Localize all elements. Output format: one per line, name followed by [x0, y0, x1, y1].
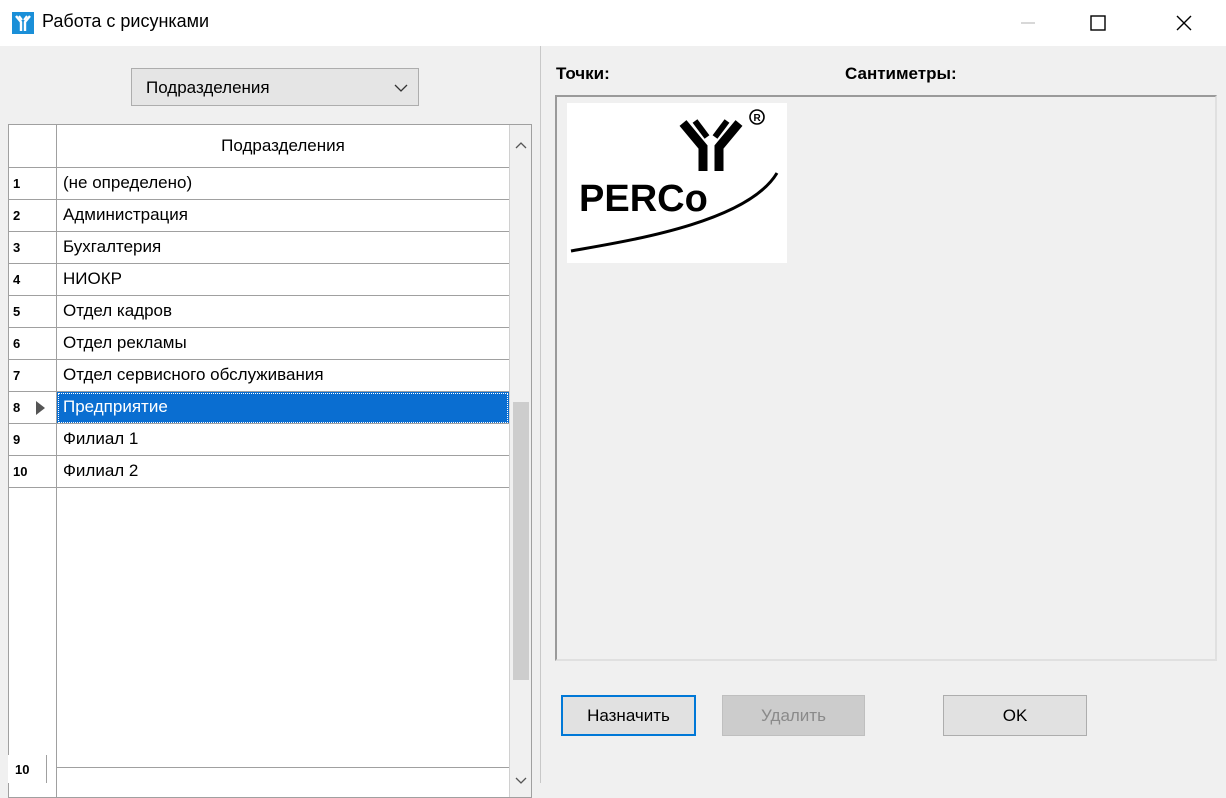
row-number: 10	[9, 456, 57, 488]
maximize-button[interactable]	[1070, 0, 1126, 46]
svg-text:PERCo: PERCo	[579, 178, 708, 220]
perco-logo: R PERCo	[570, 109, 779, 253]
department-name-cell[interactable]: Предприятие	[57, 392, 509, 424]
row-number: 9	[9, 424, 57, 456]
department-name-cell[interactable]: НИОКР	[57, 264, 509, 296]
minimize-button[interactable]	[1000, 0, 1056, 46]
image-preview-area: R PERCo	[555, 95, 1217, 661]
minimize-icon	[1021, 22, 1035, 24]
chevron-up-icon[interactable]	[514, 139, 528, 153]
table-row[interactable]: 10 Филиал 2	[9, 456, 509, 488]
left-pane: Подразделения Подразделения 1 (не определ…	[0, 46, 540, 798]
table-row[interactable]: 5 Отдел кадров	[9, 296, 509, 328]
row-number: 3	[9, 232, 57, 264]
departments-grid[interactable]: Подразделения 1 (не определено) 2 Администр…	[8, 124, 532, 798]
category-combo[interactable]: Подразделения	[131, 68, 419, 106]
department-name-cell[interactable]: Отдел сервисного обслуживания	[57, 360, 509, 392]
row-number: 6	[9, 328, 57, 360]
pane-splitter[interactable]	[540, 46, 541, 783]
record-count: 10	[15, 762, 30, 777]
table-row[interactable]: 3 Бухгалтерия	[9, 232, 509, 264]
table-row[interactable]: 8 Предприятие	[9, 392, 509, 424]
table-row[interactable]: 1 (не определено)	[9, 168, 509, 200]
row-number: 5	[9, 296, 57, 328]
table-row[interactable]: 7 Отдел сервисного обслуживания	[9, 360, 509, 392]
perco-icon	[12, 12, 34, 34]
combo-value: Подразделения	[146, 78, 270, 97]
column-header[interactable]: Подразделения	[57, 125, 509, 168]
table-row[interactable]: 4 НИОКР	[9, 264, 509, 296]
grid-footer-divider	[57, 767, 509, 768]
delete-button[interactable]: Удалить	[722, 695, 865, 736]
row-number: 8	[9, 392, 57, 424]
window-title: Работа с рисунками	[42, 11, 210, 31]
vertical-scrollbar[interactable]	[509, 125, 531, 797]
department-name-cell[interactable]: (не определено)	[57, 168, 509, 200]
grid-corner	[9, 125, 57, 168]
table-row[interactable]: 9 Филиал 1	[9, 424, 509, 456]
row-number: 7	[9, 360, 57, 392]
table-row[interactable]: 6 Отдел рекламы	[9, 328, 509, 360]
department-name-cell[interactable]: Филиал 2	[57, 456, 509, 488]
department-name-cell[interactable]: Администрация	[57, 200, 509, 232]
row-number: 1	[9, 168, 57, 200]
centimeters-label: Сантиметры:	[845, 64, 957, 83]
points-label: Точки:	[556, 64, 610, 83]
chevron-down-icon	[394, 84, 408, 92]
ok-button[interactable]: OK	[943, 695, 1087, 736]
department-name-cell[interactable]: Бухгалтерия	[57, 232, 509, 264]
title-bar: Работа с рисунками	[0, 0, 1226, 46]
table-row[interactable]: 2 Администрация	[9, 200, 509, 232]
row-number: 4	[9, 264, 57, 296]
logo-image: R PERCo	[567, 103, 787, 263]
department-name-cell[interactable]: Отдел рекламы	[57, 328, 509, 360]
department-name-cell[interactable]: Отдел кадров	[57, 296, 509, 328]
svg-text:R: R	[754, 113, 762, 124]
assign-button[interactable]: Назначить	[561, 695, 696, 736]
current-row-indicator-icon	[36, 401, 45, 415]
close-icon	[1176, 15, 1192, 31]
row-number: 2	[9, 200, 57, 232]
close-button[interactable]	[1156, 0, 1212, 46]
maximize-icon	[1090, 15, 1106, 31]
chevron-down-icon[interactable]	[514, 773, 528, 787]
scrollbar-thumb[interactable]	[513, 402, 529, 680]
department-name-cell[interactable]: Филиал 1	[57, 424, 509, 456]
